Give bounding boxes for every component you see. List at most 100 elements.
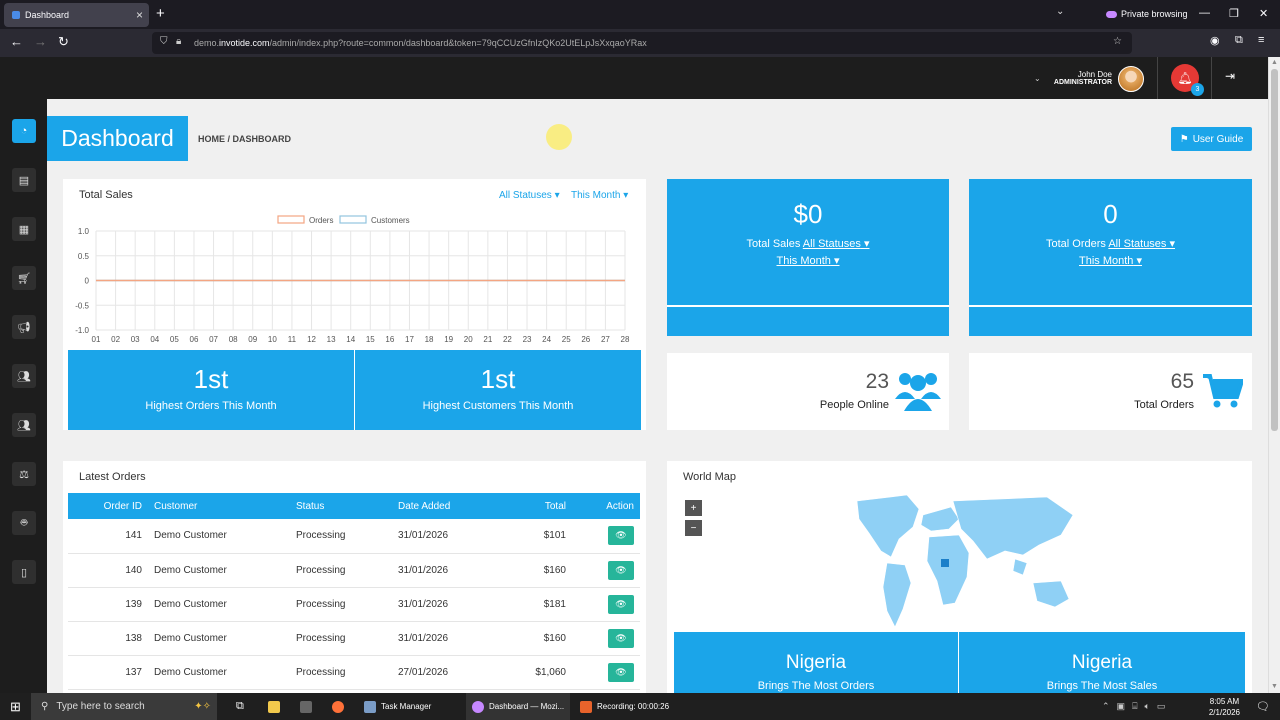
divider bbox=[1157, 57, 1158, 99]
total-orders-period-filter[interactable]: This Month ▾ bbox=[1079, 255, 1142, 267]
y-tick-label: 1.0 bbox=[78, 227, 90, 236]
x-tick-label: 10 bbox=[268, 335, 277, 344]
windows-start-icon[interactable]: ⊞ bbox=[4, 693, 21, 720]
most-orders-country-box: Nigeria Brings The Most Orders bbox=[674, 632, 958, 693]
user-guide-button[interactable]: ⚑ User Guide bbox=[1171, 127, 1252, 151]
world-map[interactable] bbox=[847, 493, 1082, 631]
firefox-icon[interactable] bbox=[326, 693, 344, 720]
sidebar-users-icon[interactable]: 👥︎ bbox=[12, 364, 36, 388]
tray-app-icon[interactable]: ▣ bbox=[1117, 701, 1126, 712]
user-info[interactable]: John Doe ADMINISTRATOR bbox=[1054, 70, 1112, 86]
breadcrumb[interactable]: HOME / DASHBOARD bbox=[198, 134, 291, 144]
order-date: 31/01/2026 bbox=[392, 553, 492, 588]
x-tick-label: 16 bbox=[385, 335, 394, 344]
order-date: 31/01/2026 bbox=[392, 519, 492, 554]
clapper-app-icon[interactable] bbox=[294, 693, 312, 720]
restore-window-icon[interactable]: ❐ bbox=[1229, 7, 1239, 20]
clock-date: 2/1/2026 bbox=[1208, 708, 1240, 717]
sidebar-megaphone-icon[interactable]: 📢︎ bbox=[12, 315, 36, 339]
latest-orders-table: Order ID Customer Status Date Added Tota… bbox=[68, 493, 640, 690]
view-order-eye-icon[interactable]: 👁︎ bbox=[608, 526, 634, 546]
column-header[interactable]: Customer bbox=[148, 493, 290, 519]
logout-icon[interactable]: ⇥ bbox=[1225, 69, 1235, 83]
list-tabs-chevron-icon[interactable]: ⌄ bbox=[1056, 6, 1064, 17]
menu-icon[interactable]: ≡ bbox=[1258, 34, 1264, 46]
sales-status-filter[interactable]: All Statuses ▾ bbox=[499, 190, 560, 201]
scroll-up-icon[interactable]: ▲ bbox=[1271, 59, 1278, 66]
sidebar-grid-icon[interactable]: ▦ bbox=[12, 217, 36, 241]
avatar[interactable] bbox=[1118, 66, 1144, 92]
network-icon[interactable]: ⌸ bbox=[1132, 701, 1137, 712]
main-content: Dashboard HOME / DASHBOARD ⚑ User Guide … bbox=[47, 99, 1268, 693]
private-browsing-label: Private browsing bbox=[1121, 9, 1188, 19]
x-tick-label: 23 bbox=[523, 335, 532, 344]
system-tray[interactable]: ⌃ ▣ ⌸ 🔈︎ ▭ bbox=[1096, 693, 1165, 720]
firefox-window-taskbar-item[interactable]: Dashboard — Mozi... bbox=[466, 693, 570, 720]
bookmark-star-icon[interactable]: ☆ bbox=[1113, 36, 1122, 47]
volume-icon[interactable]: 🔈︎ bbox=[1144, 701, 1149, 712]
minimize-window-icon[interactable]: — bbox=[1199, 7, 1210, 19]
sidebar-dashboard-icon[interactable]: ◔ bbox=[12, 119, 36, 143]
column-header[interactable]: Status bbox=[290, 493, 392, 519]
sidebar-balance-scale-icon[interactable]: ⚖ bbox=[12, 462, 36, 486]
task-view-icon[interactable]: ⧉ bbox=[230, 693, 244, 720]
extensions-icon[interactable]: ⧉ bbox=[1235, 34, 1243, 47]
sidebar-android-icon[interactable]: 🤖︎ bbox=[12, 511, 36, 535]
total-sales-period-filter[interactable]: This Month ▾ bbox=[777, 255, 840, 267]
close-window-icon[interactable]: ✕ bbox=[1259, 7, 1268, 20]
table-row: 139 Demo Customer Processing 31/01/2026 … bbox=[68, 587, 640, 622]
mouse-cursor-highlight bbox=[546, 124, 572, 150]
tracking-shield-icon[interactable]: ⛉ bbox=[160, 36, 168, 47]
total-orders-status-filter[interactable]: All Statuses ▾ bbox=[1108, 238, 1175, 250]
taskbar-search-box[interactable]: ⚲ Type here to search ✦✧ bbox=[31, 693, 217, 720]
sales-period-filter[interactable]: This Month ▾ bbox=[571, 190, 628, 201]
view-order-eye-icon[interactable]: 👁︎ bbox=[608, 594, 634, 614]
tab-close-icon[interactable]: × bbox=[136, 8, 143, 22]
sidebar-customers-icon[interactable]: 👥︎ bbox=[12, 413, 36, 437]
notifications-icon[interactable]: 🗨︎ bbox=[1250, 693, 1270, 720]
view-order-eye-icon[interactable]: 👁︎ bbox=[608, 560, 634, 580]
user-dropdown-chevron-icon[interactable]: ⌄ bbox=[1034, 74, 1041, 83]
recording-taskbar-item[interactable]: Recording: 00:00:26 bbox=[574, 693, 669, 720]
task-manager-taskbar-item[interactable]: Task Manager bbox=[358, 693, 431, 720]
order-customer: Demo Customer bbox=[148, 621, 290, 656]
sidebar-mobile-icon[interactable]: ▯ bbox=[12, 560, 36, 584]
x-tick-label: 27 bbox=[601, 335, 610, 344]
file-explorer-icon[interactable] bbox=[262, 693, 280, 720]
taskbar-clock[interactable]: 8:05 AM 2/1/2026 bbox=[1209, 696, 1240, 718]
order-date: 31/01/2026 bbox=[392, 587, 492, 622]
total-sales-status-filter[interactable]: All Statuses ▾ bbox=[803, 238, 870, 250]
new-tab-icon[interactable]: + bbox=[156, 5, 165, 22]
total-orders-count-value: 65 bbox=[1170, 370, 1194, 393]
view-order-eye-icon[interactable]: 👁︎ bbox=[608, 662, 634, 682]
scroll-down-icon[interactable]: ▼ bbox=[1271, 683, 1278, 690]
map-zoom-out-button[interactable]: − bbox=[685, 520, 702, 536]
scroll-thumb[interactable] bbox=[1271, 69, 1278, 431]
battery-icon[interactable]: ▭ bbox=[1157, 701, 1166, 712]
lock-icon[interactable]: 🔒︎ bbox=[176, 36, 181, 47]
page-scrollbar[interactable]: ▲ ▼ bbox=[1268, 57, 1280, 693]
url-bar[interactable]: ⛉ 🔒︎ demo. invotide.com/admin/index.php?r… bbox=[152, 32, 1132, 54]
view-order-eye-icon[interactable]: 👁︎ bbox=[608, 628, 634, 648]
highest-orders-box: 1st Highest Orders This Month bbox=[68, 350, 354, 430]
forward-arrow-icon[interactable]: → bbox=[34, 34, 47, 49]
x-tick-label: 19 bbox=[444, 335, 453, 344]
map-zoom-in-button[interactable]: + bbox=[685, 500, 702, 516]
highest-customers-label: Highest Customers This Month bbox=[422, 400, 574, 412]
back-arrow-icon[interactable]: ← bbox=[10, 34, 23, 49]
tab-title: Dashboard bbox=[25, 10, 70, 20]
column-header[interactable]: Date Added bbox=[392, 493, 492, 519]
tray-expand-icon[interactable]: ⌃ bbox=[1102, 701, 1110, 712]
sidebar-document-icon[interactable]: ▤ bbox=[12, 168, 36, 192]
people-online-value: 23 bbox=[865, 370, 889, 393]
sidebar-cart-icon[interactable]: 🛒︎ bbox=[12, 266, 36, 290]
column-header[interactable]: Order ID bbox=[68, 493, 148, 519]
account-icon[interactable]: ◉ bbox=[1210, 34, 1220, 47]
browser-tab[interactable]: Dashboard × bbox=[4, 3, 149, 27]
column-header[interactable]: Total bbox=[492, 493, 572, 519]
y-tick-label: 0 bbox=[85, 277, 90, 286]
total-sales-card: $0 Total Sales All Statuses ▾ This Month… bbox=[667, 179, 949, 336]
reload-icon[interactable]: ↻ bbox=[58, 34, 69, 50]
order-id: 140 bbox=[68, 553, 148, 588]
order-date: 31/01/2026 bbox=[392, 621, 492, 656]
